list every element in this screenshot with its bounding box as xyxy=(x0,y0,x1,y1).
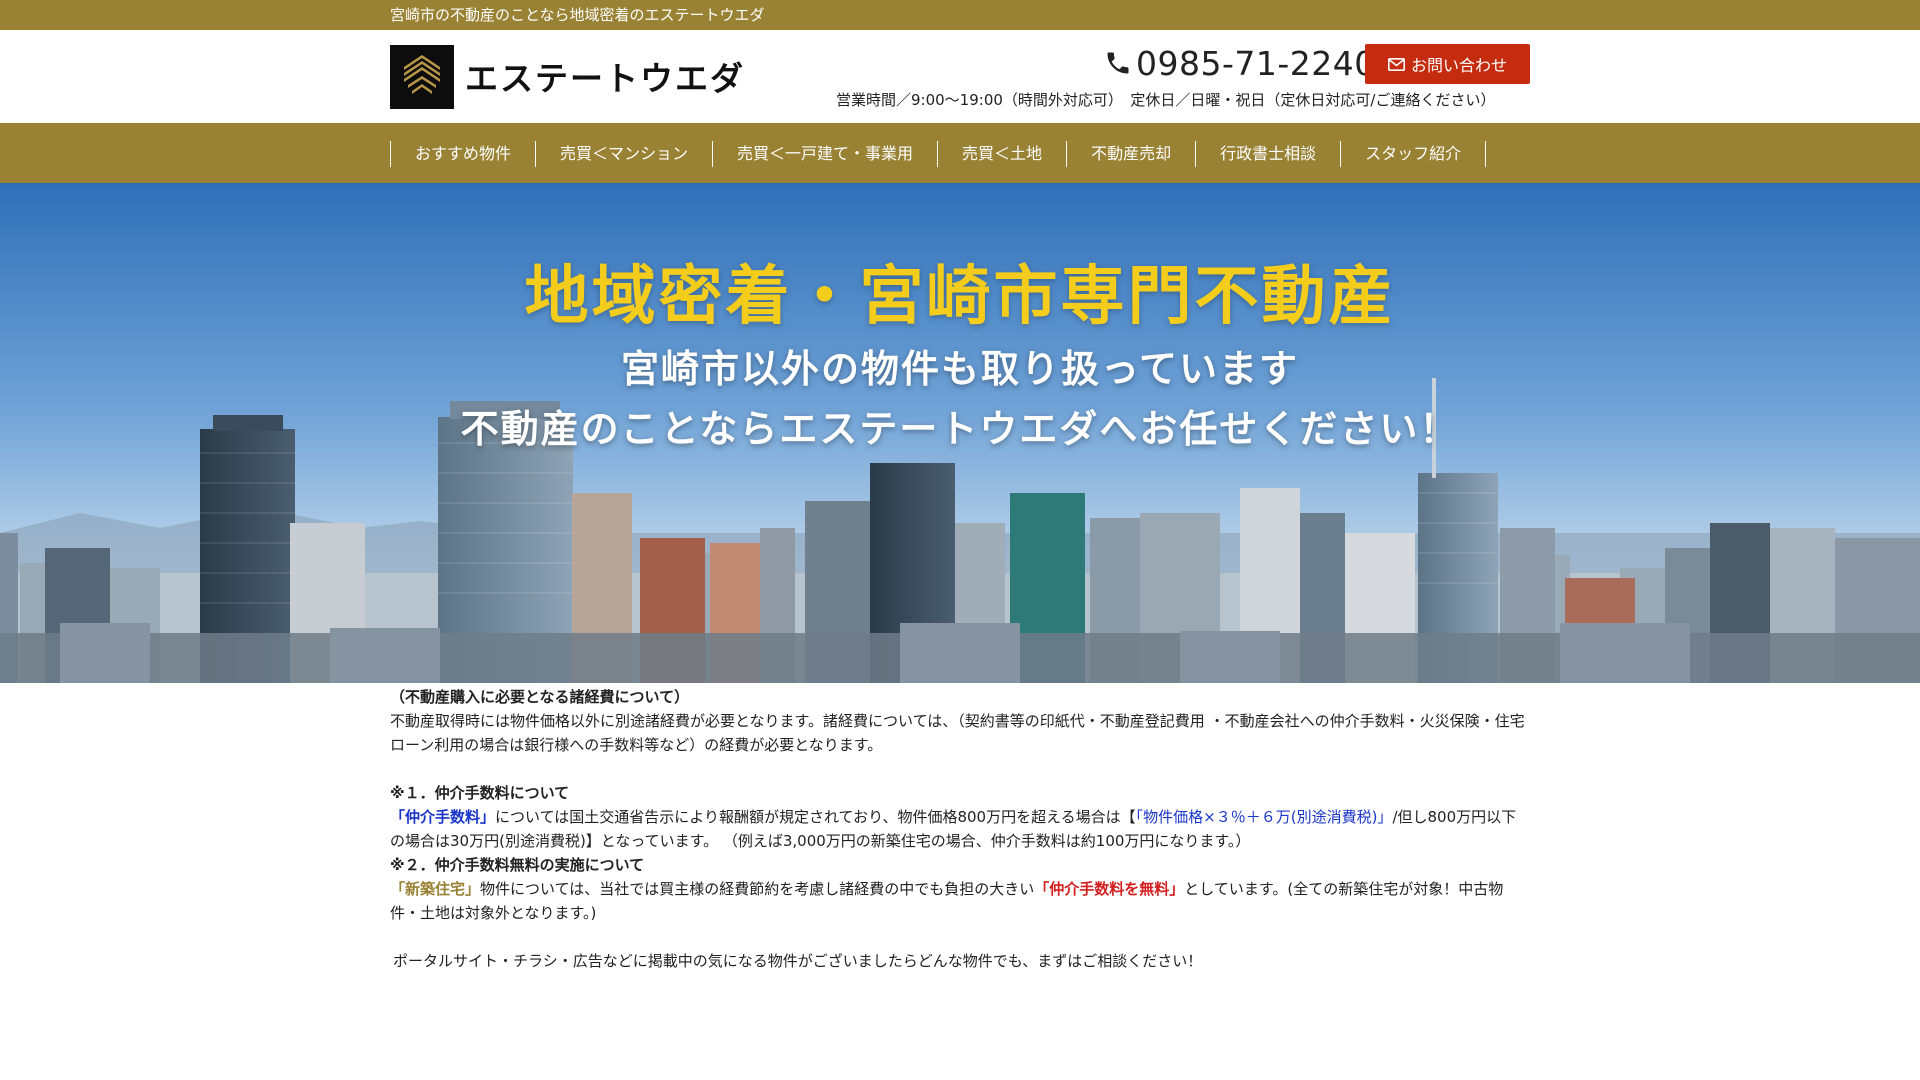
section1-text-1: については国土交通省告示により報酬額が規定されており、物件価格800万円を超える… xyxy=(495,808,1136,826)
logo-text[interactable]: エステートウエダ xyxy=(465,52,745,100)
phone-icon xyxy=(1107,52,1129,74)
hero-subtitle-1: 宮崎市以外の物件も取り扱っています xyxy=(620,346,1300,391)
nav-item-house-business[interactable]: 売買＜一戸建て・事業用 xyxy=(712,141,937,167)
hero-title: 地域密着・宮崎市専門不動産 xyxy=(524,259,1396,334)
contact-button-label: お問い合わせ xyxy=(1410,56,1507,75)
content-intro: 不動産取得時には物件価格以外に別途諸経費が必要となります。諸経費については、（契… xyxy=(390,712,1525,754)
nav-list: おすすめ物件 売買＜マンション 売買＜一戸建て・事業用 売買＜土地 不動産売却 … xyxy=(390,141,1487,167)
brokerage-fee-term: 「仲介手数料」 xyxy=(390,808,496,826)
contact-button[interactable]: お問い合わせ xyxy=(1365,44,1530,84)
nav-item-land[interactable]: 売買＜土地 xyxy=(937,141,1066,167)
top-tagline: 宮崎市の不動産のことなら地域密着のエステートウエダ xyxy=(390,6,765,24)
nav-item-sell[interactable]: 不動産売却 xyxy=(1066,141,1195,167)
top-bar: 宮崎市の不動産のことなら地域密着のエステートウエダ xyxy=(0,0,1920,30)
section2-title: ※２．仲介手数料無料の実施について xyxy=(390,856,645,874)
section1-title: ※１．仲介手数料について xyxy=(390,784,570,802)
fee-formula: 「物件価格×３％＋６万(別途消費税)」 xyxy=(1135,808,1393,826)
section2-text-1: 物件については、当社では買主様の経費節約を考慮し諸経費の中でも負担の大きい xyxy=(480,880,1035,898)
phone-number[interactable]: 0985-71-2240 xyxy=(1136,44,1376,83)
main-content: （不動産購入に必要となる諸経費について） 不動産取得時には物件価格以外に別途諸経… xyxy=(390,685,1530,973)
hero-subtitle-2: 不動産のことならエステートウエダへお任せください！ xyxy=(460,406,1460,451)
section2-body: 「新築住宅」物件については、当社では買主様の経費節約を考慮し諸経費の中でも負担の… xyxy=(390,877,1530,925)
logo-icon[interactable] xyxy=(390,45,454,109)
main-nav: おすすめ物件 売買＜マンション 売買＜一戸建て・事業用 売買＜土地 不動産売却 … xyxy=(0,123,1920,183)
new-house-term: 「新築住宅」 xyxy=(390,880,481,898)
content-heading: （不動産購入に必要となる諸経費について） xyxy=(390,688,690,706)
business-hours: 営業時間／9:00〜19:00（時間外対応可） 定休日／日曜・祝日（定休日対応可… xyxy=(836,91,1496,109)
nav-item-mansion[interactable]: 売買＜マンション xyxy=(535,141,712,167)
closing-text: ポータルサイト・チラシ・広告などに掲載中の気になる物件がございましたらどんな物件… xyxy=(393,952,1203,970)
mail-icon xyxy=(1387,57,1405,71)
nav-item-staff[interactable]: スタッフ紹介 xyxy=(1340,141,1485,167)
free-fee-term: 「仲介手数料を無料」 xyxy=(1034,880,1185,898)
phone-block[interactable]: 0985-71-2240 xyxy=(1104,43,1376,83)
nav-item-admin-scrivener[interactable]: 行政書士相談 xyxy=(1195,141,1340,167)
hero-banner: 地域密着・宮崎市専門不動産 宮崎市以外の物件も取り扱っています 不動産のことなら… xyxy=(0,183,1920,683)
nav-item-recommended[interactable]: おすすめ物件 xyxy=(390,141,535,167)
section1-body: 「仲介手数料」については国土交通省告示により報酬額が規定されており、物件価格80… xyxy=(390,805,1530,853)
